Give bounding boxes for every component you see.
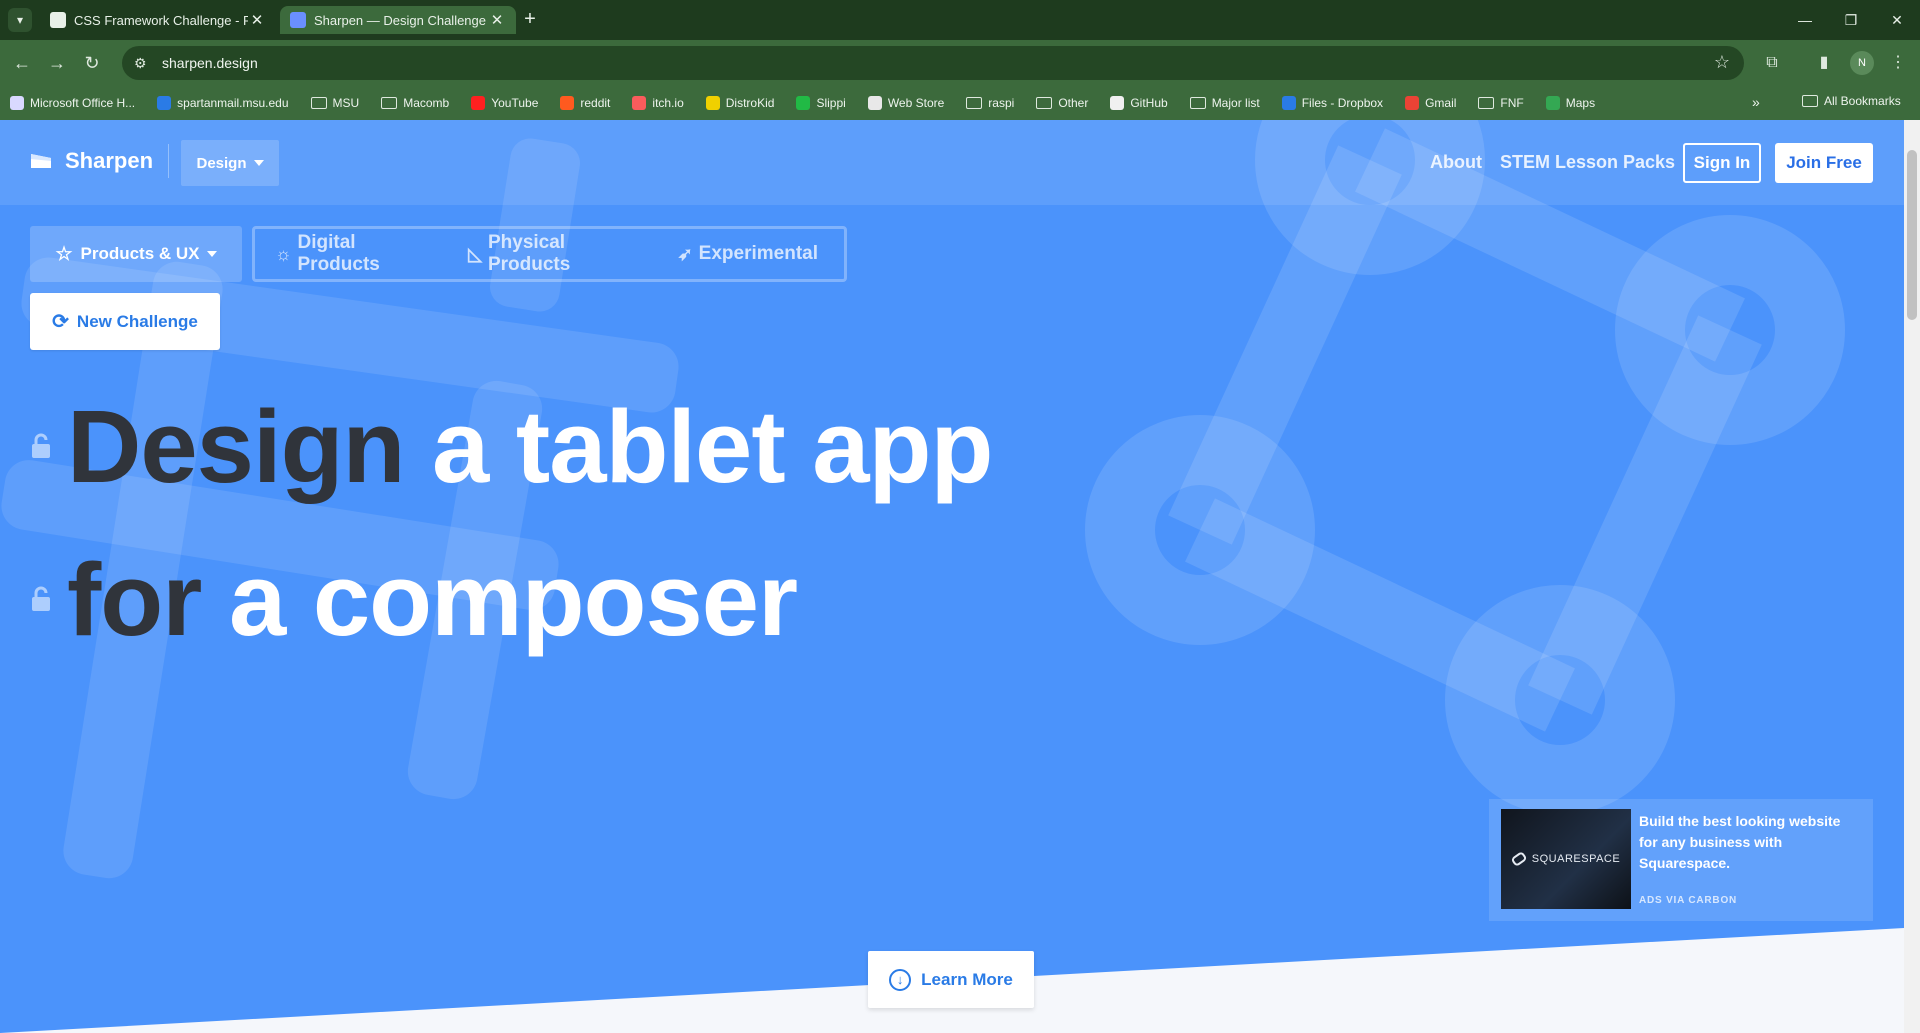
bookmark-label: Slippi	[816, 96, 846, 110]
bookmark-raspi[interactable]: raspi	[966, 96, 1014, 110]
more-bookmarks-icon[interactable]: »	[1752, 94, 1760, 110]
bookmark-reddit[interactable]: reddit	[560, 96, 610, 110]
distrokid-icon	[705, 96, 720, 110]
bookmark-label: itch.io	[652, 96, 684, 110]
url-text: sharpen.design	[162, 55, 258, 71]
bookmark-label: Web Store	[887, 96, 945, 110]
folder-icon	[1036, 97, 1053, 109]
forward-icon[interactable]: →	[43, 50, 71, 76]
bookmark-msu[interactable]: MSU	[310, 96, 360, 110]
tab-sharpen[interactable]: Sharpen — Design Challenge G ✕	[280, 6, 516, 34]
tab-title: Sharpen — Design Challenge G	[314, 12, 488, 28]
bookmark-label: reddit	[580, 96, 611, 110]
office-icon	[10, 96, 24, 110]
bookmark-slippi[interactable]: Slippi	[796, 96, 846, 110]
folder-icon	[1802, 95, 1818, 107]
browser-toolbar: ← → ↻ ⚙ sharpen.design ☆ ⧉ ▮ ⋮	[0, 40, 1920, 86]
bookmark-label: raspi	[988, 96, 1015, 110]
bookmark-distrokid[interactable]: DistroKid	[705, 96, 775, 110]
folder-icon	[310, 97, 327, 109]
reload-icon[interactable]: ↻	[78, 50, 106, 76]
gmail-icon	[1405, 96, 1420, 110]
page-viewport: Sharpen Design About STEM Lesson Packs S…	[0, 120, 1904, 1033]
arrow-down-circle-icon: ↓	[889, 968, 912, 991]
address-bar[interactable]: ⚙ sharpen.design ☆	[122, 46, 1744, 80]
bookmark-gmail[interactable]: Gmail	[1405, 96, 1456, 110]
bookmark-microsoft-office-h[interactable]: Microsoft Office H...	[10, 96, 135, 110]
minimize-icon[interactable]: —	[1790, 8, 1820, 32]
github-icon	[1110, 96, 1125, 110]
tab-close-icon[interactable]: ✕	[488, 11, 506, 29]
extensions-icon[interactable]: ⧉	[1760, 51, 1784, 75]
bookmark-label: MSU	[332, 96, 360, 110]
tab-css-framework[interactable]: CSS Framework Challenge - FS ✕	[40, 6, 276, 34]
slippi-icon	[796, 96, 811, 110]
itchio-icon	[632, 96, 647, 110]
bookmark-spartanmail-msu-edu[interactable]: spartanmail.msu.edu	[157, 96, 289, 110]
bookmark-label: Maps	[1565, 96, 1596, 110]
bookmark-label: GitHub	[1130, 96, 1168, 110]
bookmark-web-store[interactable]: Web Store	[867, 96, 945, 110]
bookmark-label: Microsoft Office H...	[30, 96, 136, 110]
bookmarks-bar: Microsoft Office H... spartanmail.msu.edu…	[0, 86, 1920, 120]
close-window-icon[interactable]: ✕	[1882, 8, 1912, 32]
tab-title: CSS Framework Challenge - FS	[74, 12, 248, 28]
reddit-icon	[560, 96, 575, 110]
bookmark-label: DistroKid	[725, 96, 775, 110]
bookmark-fnf[interactable]: FNF	[1478, 96, 1524, 110]
tab-favicon-icon	[50, 12, 66, 28]
learn-more-label: Learn More	[921, 969, 1013, 989]
scrollbar-thumb[interactable]	[1907, 150, 1917, 320]
bookmark-other[interactable]: Other	[1036, 96, 1088, 110]
bookmark-label: YouTube	[491, 96, 539, 110]
folder-icon	[1478, 97, 1495, 109]
bookmark-label: spartanmail.msu.edu	[177, 96, 289, 110]
dropbox-icon	[1281, 96, 1296, 110]
bookmark-maps[interactable]: Maps	[1545, 96, 1596, 110]
bookmark-files-dropbox[interactable]: Files - Dropbox	[1281, 96, 1384, 110]
maps-icon	[1545, 96, 1560, 110]
folder-icon	[1189, 97, 1206, 109]
site-info-icon[interactable]: ⚙	[134, 55, 154, 72]
learn-more-button[interactable]: ↓ Learn More	[868, 951, 1034, 1008]
bookmark-label: Major list	[1211, 96, 1260, 110]
bookmark-label: Files - Dropbox	[1301, 96, 1384, 110]
bookmark-star-icon[interactable]: ☆	[1714, 52, 1730, 73]
all-bookmarks-button[interactable]: All Bookmarks	[1802, 94, 1901, 108]
bookmark-github[interactable]: GitHub	[1110, 96, 1168, 110]
folder-icon	[381, 97, 398, 109]
bookmark-label: Macomb	[403, 96, 450, 110]
tab-close-icon[interactable]: ✕	[248, 11, 266, 29]
outlook-icon	[157, 96, 172, 110]
bookmark-label: FNF	[1500, 96, 1524, 110]
bookmark-label: Gmail	[1425, 96, 1457, 110]
bookmark-macomb[interactable]: Macomb	[381, 96, 449, 110]
bottom-wedge	[0, 928, 1904, 1033]
bookmark-itch-io[interactable]: itch.io	[632, 96, 684, 110]
bookmark-major-list[interactable]: Major list	[1189, 96, 1260, 110]
folder-icon	[966, 97, 983, 109]
new-tab-button[interactable]: +	[518, 8, 542, 32]
menu-icon[interactable]: ⋮	[1886, 51, 1910, 75]
back-icon[interactable]: ←	[8, 50, 36, 76]
profile-avatar[interactable]: N	[1850, 51, 1874, 75]
restore-icon[interactable]: ❐	[1836, 8, 1866, 32]
tab-search-button[interactable]: ▾	[8, 8, 32, 32]
all-bookmarks-label: All Bookmarks	[1824, 94, 1901, 108]
youtube-icon	[471, 96, 486, 110]
browser-tab-bar: ▾ CSS Framework Challenge - FS ✕ Sharpen…	[0, 0, 1920, 40]
side-panel-icon[interactable]: ▮	[1812, 51, 1836, 75]
webstore-icon	[867, 96, 882, 110]
bookmark-label: Other	[1058, 96, 1089, 110]
bookmark-youtube[interactable]: YouTube	[471, 96, 538, 110]
page-scrollbar[interactable]	[1904, 120, 1920, 1033]
tab-favicon-icon	[290, 12, 306, 28]
